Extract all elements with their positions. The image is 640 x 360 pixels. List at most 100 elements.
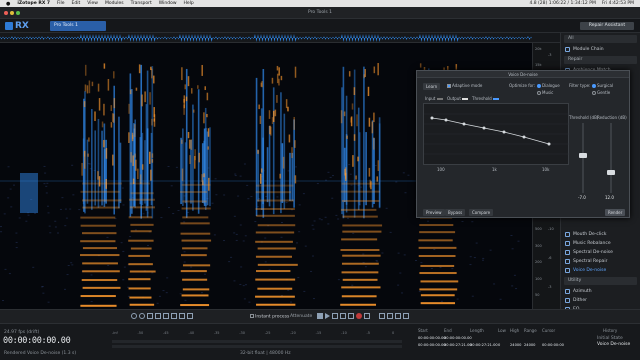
- selection-value[interactable]: 24000: [524, 343, 535, 347]
- level-meter-right: [112, 345, 402, 348]
- instant-process-toggle[interactable]: Instant process: [250, 314, 289, 320]
- music-rebalance-item[interactable]: Music Rebalance: [561, 239, 640, 248]
- adaptive-mode-label: Adaptive mode: [452, 83, 483, 88]
- repair-category-select[interactable]: Repair: [564, 56, 637, 64]
- graph-x-label-10k: 10k: [542, 167, 550, 172]
- db-tick-label: -3: [548, 53, 552, 57]
- pencil-tool-icon[interactable]: [403, 313, 409, 319]
- selection-tool-icon[interactable]: [155, 313, 161, 319]
- meter-tick-label: 0: [392, 331, 395, 335]
- window-title: Pro Tools 1: [308, 10, 332, 15]
- overview-ruler[interactable]: [0, 33, 560, 43]
- rx-logo-icon: [5, 22, 13, 30]
- curve-node[interactable]: [462, 122, 466, 126]
- module-filter-select[interactable]: All: [564, 35, 637, 43]
- selection-value[interactable]: 00:00:00:00.00: [444, 336, 472, 340]
- bypass-button[interactable]: Bypass: [445, 209, 466, 216]
- freq-tick-label: 20k: [535, 47, 542, 51]
- history-item-voice-denoise[interactable]: Voice De-noise: [597, 342, 630, 347]
- zoom-out-icon[interactable]: [139, 313, 145, 319]
- selection-value[interactable]: 00:00:27:21.00: [444, 343, 472, 347]
- playhead-timecode[interactable]: 00:00:00:00.00: [3, 336, 71, 346]
- filter-surgical-radio[interactable]: Surgical: [592, 83, 613, 88]
- voice-denoise-item[interactable]: Voice De-noise: [561, 266, 640, 275]
- freq-tick-label: 500: [535, 227, 542, 232]
- threshold-curve[interactable]: [424, 104, 570, 166]
- record-icon[interactable]: [356, 313, 362, 319]
- utility-category-select[interactable]: Utility: [564, 277, 637, 285]
- optimize-dialogue-radio[interactable]: Dialogue: [537, 83, 560, 88]
- apple-menu-icon[interactable]: ●: [6, 1, 10, 7]
- curve-node[interactable]: [547, 142, 551, 146]
- curve-node[interactable]: [502, 130, 506, 134]
- repair-assistant-button[interactable]: Repair Assistant: [580, 22, 634, 30]
- threshold-fader-knob[interactable]: [579, 152, 587, 158]
- menu-edit[interactable]: Edit: [72, 1, 81, 6]
- brush-tool-icon[interactable]: [171, 313, 177, 319]
- compare-button[interactable]: Compare: [469, 209, 494, 216]
- adaptive-check-icon: [447, 84, 451, 88]
- threshold-fader[interactable]: [579, 123, 587, 193]
- selection-value[interactable]: 00:00:00:00: [542, 343, 564, 347]
- cut-icon[interactable]: [379, 313, 385, 319]
- music-label: Music: [542, 90, 554, 95]
- azimuth-item[interactable]: Azimuth: [561, 287, 640, 296]
- threshold-value[interactable]: -7.0: [578, 195, 586, 200]
- adaptive-mode-checkbox[interactable]: Adaptive mode: [447, 83, 482, 88]
- selection-value[interactable]: 00:00:00:00.00: [418, 343, 446, 347]
- dither-item[interactable]: Dither: [561, 296, 640, 305]
- filter-gentle-radio[interactable]: Gentle: [592, 90, 610, 95]
- selection-value[interactable]: 0: [498, 343, 500, 347]
- copy-icon[interactable]: [387, 313, 393, 319]
- stop-icon[interactable]: [317, 313, 323, 319]
- menu-modules[interactable]: Modules: [105, 1, 124, 6]
- history-item-initial[interactable]: Initial State: [597, 336, 623, 341]
- spectral-repair-item[interactable]: Spectral Repair: [561, 257, 640, 266]
- reduction-fader[interactable]: [607, 123, 615, 193]
- learn-button[interactable]: Learn: [423, 83, 441, 90]
- zoom-in-icon[interactable]: [131, 313, 137, 319]
- spectral-denoise-item[interactable]: Spectral De-noise: [561, 248, 640, 257]
- snap-icon[interactable]: [364, 313, 370, 319]
- menu-app[interactable]: iZotope RX 7: [17, 1, 50, 6]
- menu-view[interactable]: View: [87, 1, 98, 6]
- menu-help[interactable]: Help: [184, 1, 194, 6]
- module-chain-item[interactable]: Module Chain: [561, 45, 640, 54]
- reduction-fader-knob[interactable]: [607, 170, 615, 175]
- noise-profile-graph[interactable]: [423, 103, 570, 166]
- lasso-tool-icon[interactable]: [163, 313, 169, 319]
- hand-tool-icon[interactable]: [187, 313, 193, 319]
- status-message: Rendered Voice De-noise (1.3 s): [4, 351, 77, 356]
- instant-process-mode[interactable]: Attenuate: [290, 314, 312, 319]
- freq-tick-label: 100: [535, 276, 542, 281]
- loop-icon[interactable]: [332, 313, 338, 319]
- play-icon[interactable]: [325, 313, 330, 319]
- skip-icon[interactable]: [348, 313, 354, 319]
- selection-header: End: [444, 328, 452, 333]
- freq-tick-label: 50: [535, 293, 540, 297]
- menu-window[interactable]: Window: [159, 1, 177, 6]
- wand-tool-icon[interactable]: [179, 313, 185, 319]
- optimize-music-radio[interactable]: Music: [537, 90, 553, 95]
- rewind-icon[interactable]: [340, 313, 346, 319]
- curve-node[interactable]: [444, 118, 448, 122]
- meter-tick-label: -15: [315, 331, 322, 335]
- zoom-fit-icon[interactable]: [147, 313, 153, 319]
- curve-node[interactable]: [482, 126, 486, 130]
- db-tick-label: -3: [548, 285, 552, 289]
- menu-file[interactable]: File: [57, 1, 65, 6]
- mouth-declick-item[interactable]: Mouth De-click: [561, 230, 640, 239]
- reduction-value[interactable]: 12.0: [605, 195, 614, 200]
- render-button[interactable]: Render: [605, 209, 626, 216]
- selection-value[interactable]: 00:00:27:21.00: [470, 343, 498, 347]
- curve-node[interactable]: [430, 116, 434, 120]
- selection-value[interactable]: 24000: [510, 343, 521, 347]
- menubar-status-text: 4.8 (28) 1:06:22 / 1:34:12 PM: [529, 1, 596, 6]
- menu-transport[interactable]: Transport: [131, 1, 152, 6]
- selection-value[interactable]: 00:00:00:00.00: [418, 336, 446, 340]
- level-meter-left: [112, 340, 402, 343]
- curve-node[interactable]: [522, 135, 526, 139]
- file-tab[interactable]: Pro Tools 1: [50, 21, 106, 31]
- preview-button[interactable]: Preview: [423, 209, 445, 216]
- paste-icon[interactable]: [395, 313, 401, 319]
